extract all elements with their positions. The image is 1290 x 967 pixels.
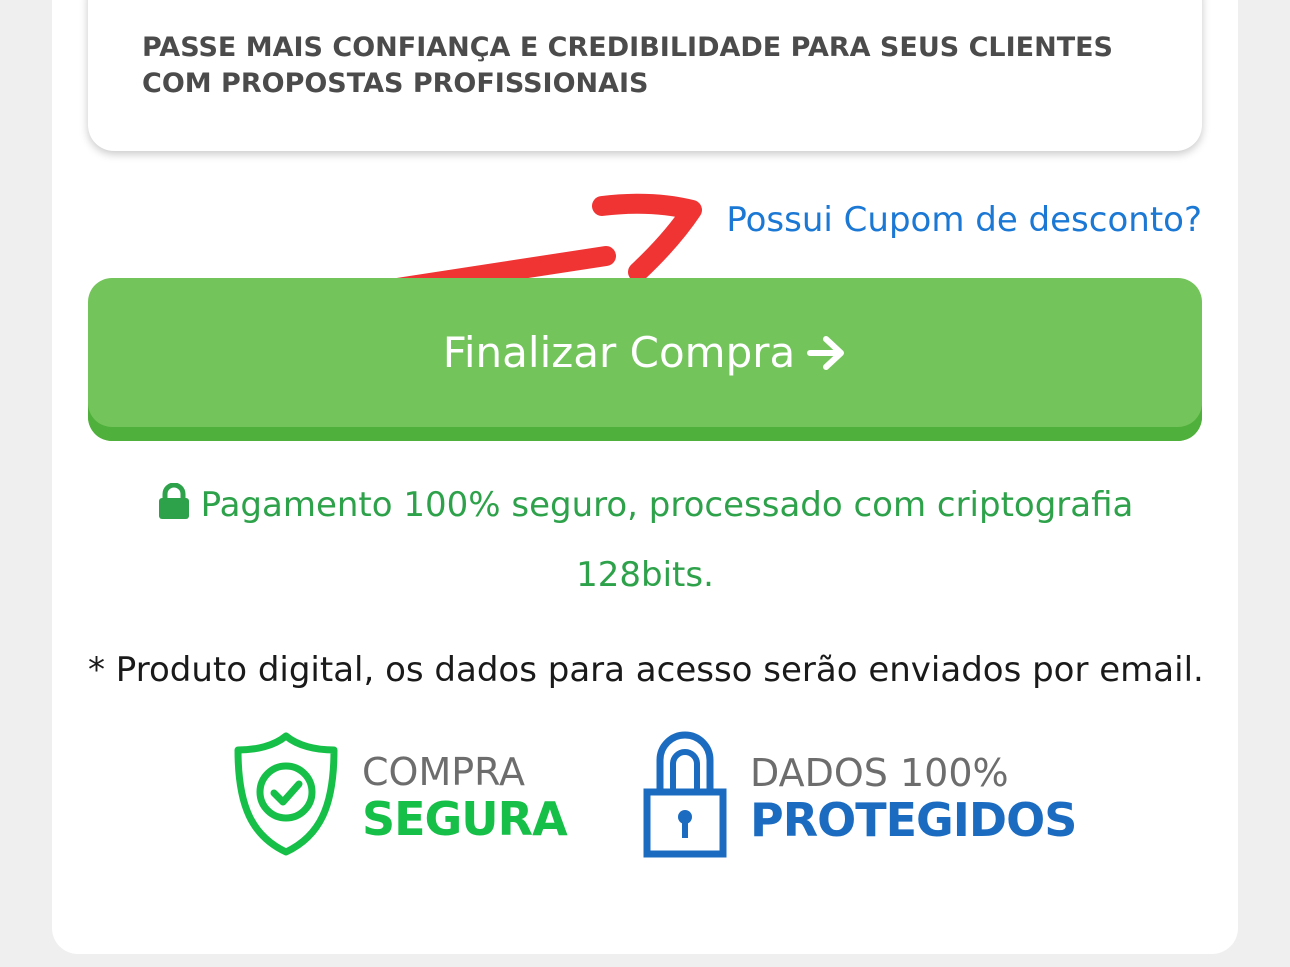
secure-payment-text: Pagamento 100% seguro, processado com cr… (200, 485, 1134, 525)
shield-check-icon (232, 730, 340, 863)
finalize-purchase-button[interactable]: Finalizar Compra (88, 278, 1202, 441)
data-badge-bottom: PROTEGIDOS (750, 792, 1077, 847)
digital-product-note: * Produto digital, os dados para acesso … (88, 650, 1204, 690)
finalize-purchase-label: Finalizar Compra (442, 328, 796, 377)
arrow-right-icon (807, 335, 847, 371)
secure-payment-line: Pagamento 100% seguro, processado com cr… (100, 482, 1190, 528)
secure-purchase-badge: COMPRA SEGURA (232, 730, 568, 863)
feature-text: PASSE MAIS CONFIANÇA E CREDIBILIDADE PAR… (142, 32, 1113, 99)
data-badge-top: DADOS 100% (750, 750, 1009, 795)
secure-payment-line-2: 128bits. (576, 555, 714, 595)
padlock-icon (642, 730, 728, 865)
data-protected-badge: DADOS 100% PROTEGIDOS (642, 730, 1077, 865)
lock-icon (157, 482, 191, 528)
secure-badge-top: COMPRA (362, 749, 526, 794)
coupon-link[interactable]: Possui Cupom de desconto? (726, 200, 1202, 240)
secure-badge-bottom: SEGURA (362, 791, 568, 846)
